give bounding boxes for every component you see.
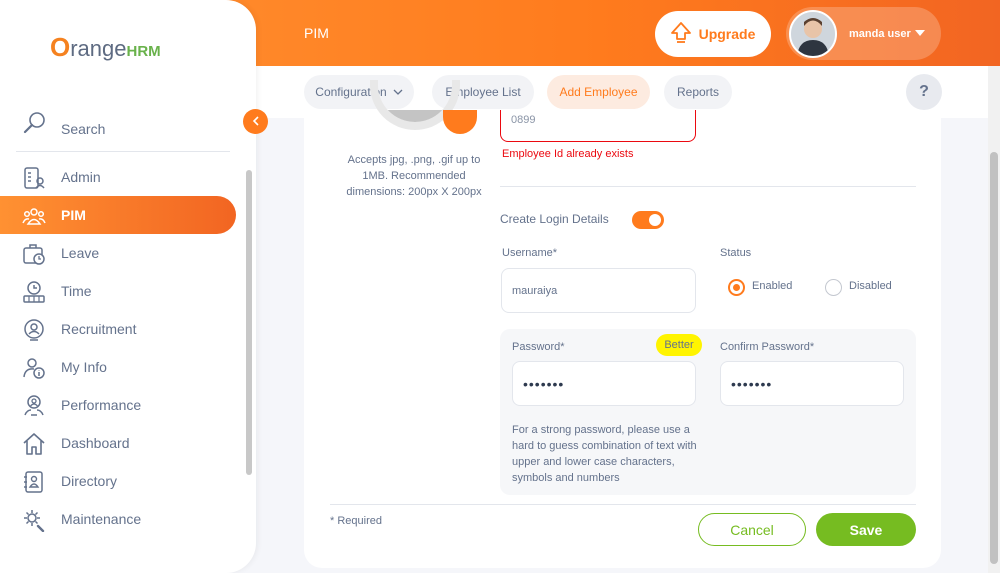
search-icon bbox=[23, 111, 47, 140]
sidebar-item-directory[interactable]: Directory bbox=[0, 462, 236, 500]
employee-id-error: Employee Id already exists bbox=[502, 148, 634, 160]
status-enabled-radio[interactable] bbox=[728, 279, 745, 296]
caret-down-icon bbox=[914, 28, 925, 40]
sidebar-item-recruitment[interactable]: Recruitment bbox=[0, 310, 236, 348]
user-name: manda user bbox=[849, 28, 925, 40]
status-label: Status bbox=[720, 247, 752, 259]
footer-divider bbox=[330, 504, 916, 505]
employee-id-input[interactable]: 0899 bbox=[500, 110, 696, 142]
chevron-left-icon bbox=[252, 115, 260, 129]
sidebar-item-time[interactable]: Time bbox=[0, 272, 236, 310]
section-divider bbox=[500, 186, 916, 187]
sidebar-item-leave[interactable]: Leave bbox=[0, 234, 236, 272]
avatar bbox=[789, 9, 837, 58]
main-scrollbar[interactable] bbox=[988, 66, 1000, 573]
my-info-icon bbox=[22, 356, 46, 380]
maintenance-icon bbox=[22, 508, 46, 533]
directory-icon bbox=[22, 470, 46, 494]
required-note: * Required bbox=[330, 515, 382, 527]
confirm-password-input[interactable]: ••••••• bbox=[720, 361, 904, 406]
sidebar-item-admin[interactable]: Admin bbox=[0, 158, 236, 196]
sidebar-item-dashboard[interactable]: Dashboard bbox=[0, 424, 236, 462]
recruitment-icon bbox=[22, 318, 46, 342]
upgrade-arrow-icon bbox=[670, 21, 691, 47]
cancel-button[interactable]: Cancel bbox=[698, 513, 806, 546]
create-login-toggle[interactable] bbox=[632, 211, 664, 229]
save-button[interactable]: Save bbox=[816, 513, 916, 546]
status-enabled-label: Enabled bbox=[752, 280, 793, 292]
username-input[interactable]: mauraiya bbox=[501, 268, 696, 313]
status-disabled-label: Disabled bbox=[849, 280, 892, 292]
password-strength-badge: Better bbox=[656, 334, 702, 356]
sidebar-search[interactable]: Search bbox=[16, 106, 230, 152]
collapse-sidebar-button[interactable] bbox=[243, 109, 268, 134]
leave-icon bbox=[22, 242, 46, 266]
admin-icon bbox=[22, 166, 46, 190]
sidebar-item-pim[interactable]: PIM bbox=[0, 196, 236, 234]
performance-icon bbox=[22, 394, 46, 418]
time-icon bbox=[22, 280, 46, 304]
sidebar-item-my-info[interactable]: My Info bbox=[0, 348, 236, 386]
home-icon bbox=[22, 432, 46, 456]
upgrade-button[interactable]: Upgrade bbox=[655, 11, 771, 57]
tab-add-employee[interactable]: Add Employee bbox=[547, 75, 650, 109]
username-label: Username* bbox=[502, 247, 558, 259]
upgrade-label: Upgrade bbox=[698, 26, 756, 42]
search-label: Search bbox=[61, 120, 106, 137]
user-menu[interactable]: manda user bbox=[786, 7, 941, 60]
pim-icon bbox=[22, 204, 46, 228]
sidebar-item-maintenance[interactable]: Maintenance bbox=[0, 500, 236, 538]
orangehrm-logo[interactable]: Orange HRM bbox=[50, 32, 161, 63]
password-input[interactable]: ••••••• bbox=[512, 361, 696, 406]
sidebar-scrollbar[interactable] bbox=[245, 160, 253, 540]
password-label: Password* bbox=[512, 341, 565, 353]
photo-hint: Accepts jpg, .png, .gif up to 1MB. Recom… bbox=[346, 154, 482, 198]
create-login-label: Create Login Details bbox=[500, 212, 609, 226]
status-disabled-radio[interactable] bbox=[825, 279, 842, 296]
tab-reports[interactable]: Reports bbox=[664, 75, 732, 109]
module-title: PIM bbox=[304, 25, 329, 41]
confirm-password-label: Confirm Password* bbox=[720, 341, 815, 353]
help-button[interactable]: ? bbox=[906, 74, 942, 110]
password-help-text: For a strong password, please use a hard… bbox=[512, 424, 697, 484]
sidebar: Orange HRM Search Admin PIM Leave Time R… bbox=[0, 0, 256, 573]
sidebar-item-performance[interactable]: Performance bbox=[0, 386, 236, 424]
